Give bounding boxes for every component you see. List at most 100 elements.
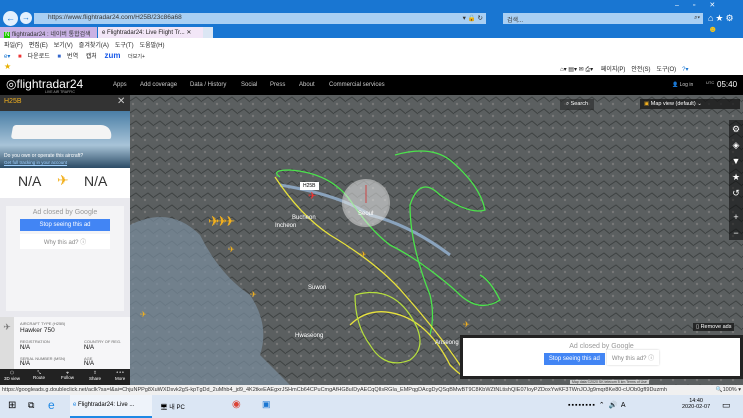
nav-add-coverage[interactable]: Add coverage [140, 82, 177, 88]
city-label: Hwaseong [295, 333, 324, 339]
browser-title-bar: –▫✕ ← → https://www.flightradar24.com/H2… [0, 0, 743, 40]
map-view-dropdown[interactable]: ▣ Map view (default) ⌄ [640, 99, 740, 109]
taskbar-app-fr24[interactable]: e Flightradar24: Live ... [70, 395, 152, 418]
fr24-nav-bar: ◎flightradar24 LIVE AIR TRAFFIC Apps Add… [0, 75, 743, 95]
aircraft-cluster-icon[interactable]: ✈✈✈ [208, 213, 235, 230]
aircraft-icon[interactable]: ✈ [250, 290, 257, 299]
lock-refresh-icon[interactable]: ▾ 🔒 ↻ [463, 14, 483, 22]
home-fav-settings-icons[interactable]: ⌂★⚙☻ [708, 13, 743, 34]
playback-icon[interactable]: ↺ [730, 188, 742, 200]
menu-favorites[interactable]: 즐겨찾기(A) [79, 43, 109, 49]
selected-aircraft-icon[interactable]: ✈ [308, 191, 316, 202]
notification-icon[interactable]: ▭ [722, 400, 731, 411]
layers-icon[interactable]: ◈ [730, 140, 742, 152]
route-button[interactable]: ⤡ Route [33, 370, 45, 380]
taskbar: ⊞ ⧉ e e Flightradar24: Live ... 🖥 내 PC ◉… [0, 395, 743, 418]
commandbar-icons[interactable]: ⌂▾ ▤▾ ✉ ⎙▾ [560, 67, 593, 73]
3d-view-button[interactable]: ⬡ 3D view [4, 370, 20, 381]
nav-social[interactable]: Social [241, 82, 257, 88]
city-label: Incheon [275, 223, 297, 229]
map[interactable]: H25B ✈ ✈✈✈ ✈ ✈ ✈ ✈ ✈ Bucheon Incheon Seo… [130, 95, 743, 385]
menu-tools[interactable]: 도구(T) [115, 43, 134, 49]
fr24-logo[interactable]: ◎flightradar24 [6, 77, 83, 91]
search-placeholder: 검색... [507, 18, 524, 24]
task-view-icon[interactable]: ⧉ [28, 400, 34, 411]
taskbar-app-pc[interactable]: 🖥 내 PC [160, 402, 185, 411]
aircraft-image [10, 125, 114, 139]
promo-title: Do you own or operate this aircraft? [4, 153, 84, 159]
menu-help[interactable]: 도움말(H) [140, 43, 165, 49]
menu-file[interactable]: 파일(F) [4, 43, 23, 49]
zoom-in-icon[interactable]: + [730, 212, 742, 224]
app-icon[interactable]: ▣ [262, 399, 271, 410]
stop-seeing-ad-button[interactable]: Stop seeing this ad [543, 353, 605, 365]
clock[interactable]: 14:40 2020-02-07 [682, 398, 710, 410]
menu-view[interactable]: 보기(V) [54, 43, 73, 49]
follow-button[interactable]: ⌖ Follow [61, 370, 74, 380]
fav-more[interactable]: 더보기+ [128, 54, 145, 60]
chrome-icon[interactable]: ◉ [232, 399, 241, 410]
nav-apps[interactable]: Apps [113, 82, 127, 88]
aircraft-type-icon: ✈ [0, 317, 14, 372]
forward-button[interactable]: → [20, 12, 32, 24]
tab-flightradar[interactable]: e Flightradar24: Live Flight Tr... ✕ [98, 27, 203, 38]
stop-seeing-ad-button[interactable]: Stop seeing this ad [20, 219, 110, 231]
share-button[interactable]: ⇪ Share [89, 370, 101, 381]
age: N/A [84, 361, 95, 367]
more-button[interactable]: ∘∘∘ More [115, 370, 125, 381]
cmd-safety[interactable]: 안전(S) [631, 67, 650, 73]
search-icon[interactable]: ⌕▾ [694, 15, 700, 22]
start-button[interactable]: ⊞ [8, 400, 16, 411]
why-this-ad-button[interactable]: Why this ad? ⓘ [20, 234, 110, 249]
fav-capture[interactable]: 캡처 [86, 54, 97, 60]
city-label: Suwon [308, 285, 327, 291]
favorites-star-icon[interactable]: ★ [4, 62, 11, 71]
ad-closed-text: Ad closed by Google [32, 209, 98, 216]
registration: N/A [20, 345, 31, 351]
new-tab-button[interactable] [203, 27, 213, 38]
browser-status-bar: https://googleads.g.doubleclick.net/aclk… [0, 385, 743, 395]
country: N/A [84, 345, 95, 351]
nav-about[interactable]: About [299, 82, 315, 88]
filter-icon[interactable]: ▼ [730, 156, 742, 168]
why-this-ad-button[interactable]: Why this ad? ⓘ [607, 350, 659, 365]
nav-data-history[interactable]: Data / History [190, 82, 226, 88]
system-tray-icons[interactable]: ▪▪▪▪▪▪▪▪ ⌃ 🔊 A [568, 401, 627, 409]
nav-commercial[interactable]: Commercial services [329, 82, 385, 88]
close-icon[interactable]: ✕ [117, 96, 125, 107]
cmd-page[interactable]: 페이지(P) [601, 67, 626, 73]
aircraft-icon[interactable]: ✈ [140, 310, 147, 319]
menu-edit[interactable]: 편집(E) [29, 43, 48, 49]
tab-naver[interactable]: N flightradar24 : 네이버 통합검색 [0, 27, 97, 38]
panel-action-bar: ⬡ 3D view ⤡ Route ⌖ Follow ⇪ Share ∘∘∘ More [0, 369, 130, 385]
ad-closed-text: Ad closed by Google [569, 343, 634, 350]
map-attribution[interactable]: Map data ©2020 SK telecom 5 km Terms of … [570, 380, 649, 384]
aircraft-photo[interactable]: Do you own or operate this aircraft? Get… [0, 111, 130, 168]
fav-zum[interactable]: zum [104, 51, 120, 60]
aircraft-icon[interactable]: ✈ [228, 245, 235, 254]
back-button[interactable]: ← [3, 11, 18, 26]
fav-download[interactable]: 다운로드 [28, 54, 50, 60]
map-search-button[interactable]: ⌕ Search [560, 99, 595, 110]
remove-ads-button[interactable]: ▯ Remove ads [693, 323, 735, 331]
aircraft-icon[interactable]: ✈ [463, 320, 470, 329]
city-label: Anseong [435, 340, 459, 346]
login-button[interactable]: 👤 Log in [672, 82, 693, 88]
nav-press[interactable]: Press [270, 82, 285, 88]
address-bar[interactable]: https://www.flightradar24.com/H25B/23c86… [34, 13, 486, 24]
search-input[interactable]: 검색... ⌕▾ [503, 13, 703, 24]
settings-icon[interactable]: ⚙ [730, 124, 742, 136]
promo-link[interactable]: Get full tracking in your account [4, 160, 67, 165]
star-icon[interactable]: ★ [730, 172, 742, 184]
zoom-level[interactable]: 🔍100% ▾ [712, 387, 741, 393]
aircraft-icon[interactable]: ✈ [360, 250, 367, 259]
ie-taskbar-icon[interactable]: e [48, 398, 55, 412]
aircraft-label: H25B [300, 182, 319, 190]
aircraft-type-label: AIRCRAFT TYPE [20, 321, 52, 326]
cmd-tools[interactable]: 도구(O) [656, 67, 676, 73]
ie-icon[interactable]: e▾ [4, 54, 10, 60]
fav-translate[interactable]: 번역 [67, 54, 78, 60]
window-controls[interactable]: –▫✕ [675, 1, 729, 9]
help-icon[interactable]: ?▾ [682, 67, 688, 73]
zoom-out-icon[interactable]: − [730, 228, 742, 240]
